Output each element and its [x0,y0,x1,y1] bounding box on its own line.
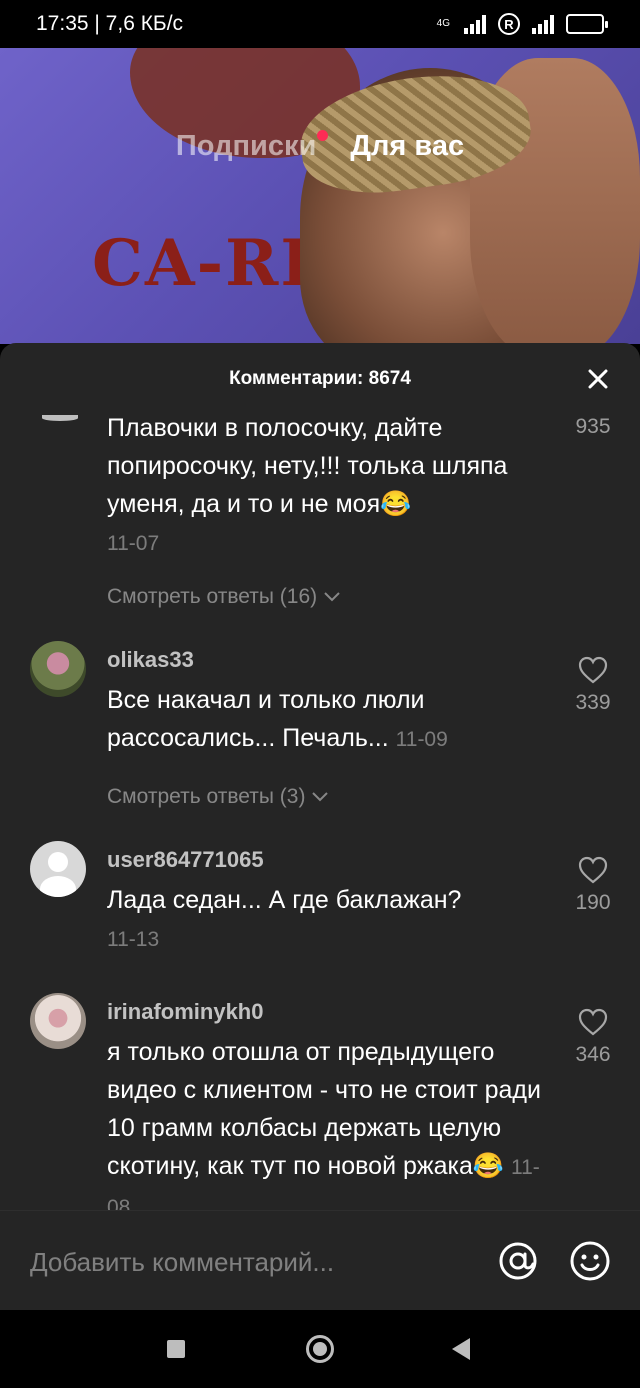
like-count: 339 [575,691,611,714]
comment-username[interactable]: olikas33 [107,647,194,673]
avatar[interactable] [30,993,86,1049]
comments-list[interactable]: Плавочки в полосочку, дайте попиросочку,… [0,415,640,1211]
view-replies-label: Смотреть ответы (16) [107,585,318,608]
comment-item: user864771065 Лада седан... А где баклаж… [0,841,640,991]
comment-date: 11-13 [107,928,160,951]
view-replies-button[interactable]: Смотреть ответы (16) [107,585,341,609]
default-avatar-icon [48,852,68,872]
avatar[interactable] [30,641,86,697]
tab-following-label: Подписки [175,130,317,162]
like-count: 346 [575,1043,611,1066]
tab-for-you[interactable]: Для вас [350,130,464,163]
like-button[interactable]: 339 [568,655,618,715]
like-count: 190 [575,891,611,914]
comment-body: Лада седан... А где баклажан? [107,886,462,914]
view-replies-button[interactable]: Смотреть ответы (3) [107,785,329,809]
at-sign-icon [499,1242,537,1280]
like-button[interactable]: 935 [568,415,618,439]
battery-level: 56 [578,18,592,30]
comment-body: Плавочки в полосочку, дайте попиросочку,… [107,415,508,518]
like-count: 935 [575,415,611,438]
mention-button[interactable] [497,1240,539,1282]
heart-icon [578,856,608,884]
cellular-signal-icon [464,14,486,34]
view-replies-label: Смотреть ответы (3) [107,785,306,808]
roaming-icon: R [498,13,520,35]
comment-date: 11-07 [107,532,160,555]
tab-following[interactable]: Подписки [175,130,329,163]
comment-item: Плавочки в полосочку, дайте попиросочку,… [0,415,640,615]
close-button[interactable] [582,363,614,395]
like-button[interactable]: 190 [568,855,618,915]
comment-text: Все накачал и только люли рассосались...… [107,681,557,759]
status-icons: 4G R 56 [436,13,608,35]
comment-text: я только отошла от предыдущего видео с к… [107,1033,557,1211]
close-icon [588,369,608,389]
video-player[interactable]: CA-RI Подписки Для вас [0,48,640,344]
heart-icon [578,656,608,684]
avatar[interactable] [42,415,78,421]
notification-dot [317,130,329,141]
heart-icon [578,1008,608,1036]
comment-text: Плавочки в полосочку, дайте попиросочку,… [107,415,557,563]
comment-username[interactable]: irinafominykh0 [107,999,263,1025]
emoji-button[interactable] [569,1240,611,1282]
home-button[interactable] [306,1335,334,1363]
smiley-icon [570,1241,610,1281]
status-bar: 17:35 | 7,6 КБ/с 4G R 56 [0,0,640,48]
comments-sheet: Комментарии: 8674 Плавочки в полосочку, … [0,343,640,1310]
comment-body: Все накачал и только люли рассосались...… [107,686,425,752]
comment-date: 11-09 [395,728,448,751]
comments-header: Комментарии: 8674 [0,343,640,415]
recent-apps-button[interactable] [167,1340,185,1358]
battery-icon: 56 [566,14,608,34]
cellular-signal-2-icon [532,14,554,34]
comment-item: olikas33 Все накачал и только люли рассо… [0,641,640,841]
like-button[interactable]: 346 [568,1007,618,1067]
avatar[interactable] [30,841,86,897]
chevron-down-icon [324,592,340,602]
comment-input[interactable]: Добавить комментарий... [30,1247,334,1278]
comments-title: Комментарии: 8674 [229,368,411,389]
video-logo-text: CA-RI [92,226,313,301]
comment-body: я только отошла от предыдущего видео с к… [107,1038,541,1180]
comment-input-bar: Добавить комментарий... [0,1210,640,1310]
chevron-down-icon [312,792,329,802]
comment-item: irinafominykh0 я только отошла от предыд… [0,993,640,1211]
network-type-label: 4G [436,18,450,29]
feed-tabs: Подписки Для вас [0,130,640,163]
comment-text: Лада седан... А где баклажан? 11-13 [107,881,557,959]
system-nav-bar [0,1310,640,1388]
comment-username[interactable]: user864771065 [107,847,264,873]
status-time-speed: 17:35 | 7,6 КБ/с [36,12,184,35]
back-button[interactable] [452,1338,470,1360]
